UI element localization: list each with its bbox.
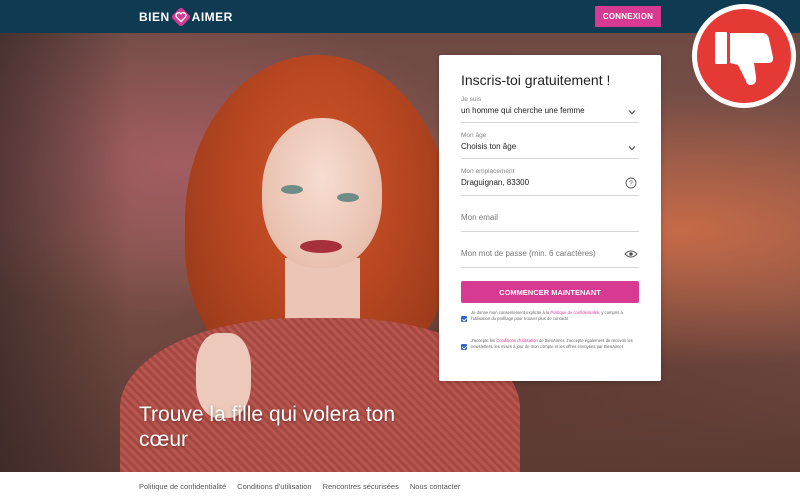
terms-checkbox[interactable] xyxy=(461,344,467,350)
location-field[interactable]: Mon emplacement Draguignan, 83300 ? xyxy=(461,168,639,196)
form-title: Inscris-toi gratuitement ! xyxy=(461,72,611,88)
email-placeholder: Mon email xyxy=(461,213,498,222)
privacy-consent-text: Je donne mon consentement explicite à la… xyxy=(471,310,639,322)
login-button[interactable]: CONNEXION xyxy=(595,6,661,27)
terms-consent-text: J'accepte les Conditions d'utilisation d… xyxy=(471,338,639,350)
start-now-button[interactable]: COMMENCER MAINTENANT xyxy=(461,281,639,303)
terms-consent: J'accepte les Conditions d'utilisation d… xyxy=(461,338,639,350)
woman-left-eye xyxy=(281,185,303,194)
footer-link-privacy[interactable]: Politique de confidentialité xyxy=(139,482,226,491)
location-value: Draguignan, 83300 xyxy=(461,178,530,187)
footer: Politique de confidentialité Conditions … xyxy=(0,472,800,500)
gender-label: Je suis xyxy=(461,96,482,103)
site-logo[interactable]: BIEN AIMER xyxy=(139,8,233,26)
heart-logo-icon xyxy=(171,8,190,26)
age-value: Choisis ton âge xyxy=(461,142,517,151)
consent1-before: Je donne mon consentement explicite à la xyxy=(471,310,551,315)
consent2-before: J'accepte les xyxy=(471,338,497,343)
gender-select[interactable]: Je suis un homme qui cherche une femme xyxy=(461,96,639,123)
woman-right-eye xyxy=(337,193,359,202)
svg-text:?: ? xyxy=(629,180,633,187)
question-icon[interactable]: ? xyxy=(625,177,637,189)
signup-form: Inscris-toi gratuitement ! Je suis un ho… xyxy=(439,55,661,381)
privacy-policy-link[interactable]: Politique de confidentialité xyxy=(550,310,599,315)
top-navigation-bar: BIEN AIMER CONNEXION xyxy=(0,0,800,33)
password-input[interactable]: Mon mot de passe (min. 6 caractères) xyxy=(461,249,639,268)
password-placeholder: Mon mot de passe (min. 6 caractères) xyxy=(461,249,596,258)
hero-title: Trouve la fille qui volera ton cœur xyxy=(139,403,396,451)
gender-value: un homme qui cherche une femme xyxy=(461,106,585,115)
email-input[interactable]: Mon email xyxy=(461,213,639,232)
footer-link-safe-dating[interactable]: Rencontres sécurisées xyxy=(323,482,399,491)
chevron-down-icon xyxy=(628,110,636,115)
logo-text-left: BIEN xyxy=(139,10,170,24)
thumbs-down-icon xyxy=(692,4,796,108)
location-label: Mon emplacement xyxy=(461,168,515,175)
age-select[interactable]: Mon âge Choisis ton âge xyxy=(461,132,639,159)
footer-link-terms[interactable]: Conditions d'utilisation xyxy=(237,482,311,491)
footer-link-contact[interactable]: Nous contacter xyxy=(410,482,460,491)
age-label: Mon âge xyxy=(461,132,487,139)
privacy-checkbox[interactable] xyxy=(461,316,467,322)
privacy-consent: Je donne mon consentement explicite à la… xyxy=(461,310,639,322)
background-shade xyxy=(0,33,130,472)
woman-lips xyxy=(300,240,342,253)
eye-icon[interactable] xyxy=(624,249,638,259)
chevron-down-icon xyxy=(628,146,636,151)
terms-link[interactable]: Conditions d'utilisation xyxy=(496,338,538,343)
footer-links: Politique de confidentialité Conditions … xyxy=(139,482,460,491)
logo-text-right: AIMER xyxy=(191,10,233,24)
